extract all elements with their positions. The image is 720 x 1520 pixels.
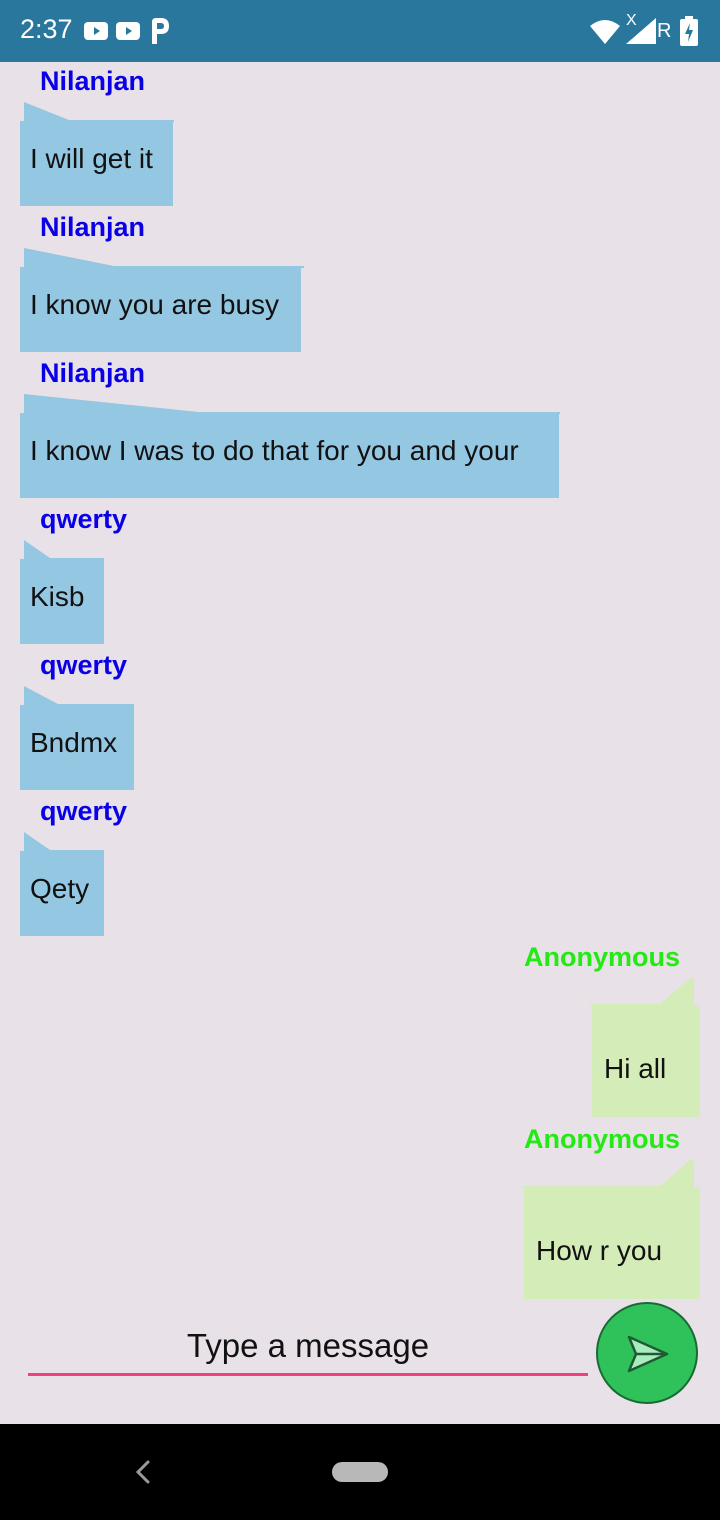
bubble-tail (24, 686, 134, 706)
parking-icon (152, 18, 169, 44)
home-pill-icon[interactable] (332, 1462, 388, 1482)
message-composer (0, 1302, 720, 1424)
message-sender: Nilanjan (40, 212, 146, 242)
message-bubble: I know I was to do that for you and your (20, 413, 559, 498)
bubble-tail (24, 832, 104, 852)
message-bubble: I know you are busy (20, 267, 301, 352)
status-time: 2:37 (20, 14, 73, 44)
message-sender: Nilanjan (40, 66, 146, 96)
signal-icon (626, 18, 656, 44)
message-text: Qety (30, 873, 90, 904)
back-icon[interactable] (134, 1460, 154, 1484)
message-text: I know you are busy (30, 289, 280, 320)
roaming-label: R (657, 20, 672, 42)
status-bar: 2:37 X R (0, 0, 720, 62)
wifi-icon (590, 20, 620, 44)
message-sender: Anonymous (523, 942, 680, 972)
message-text: Bndmx (30, 727, 118, 758)
message-sender: Nilanjan (40, 358, 146, 388)
youtube-icon (84, 22, 108, 40)
message-text: Kisb (30, 581, 85, 612)
chat-message-list[interactable]: Nilanjan I will get it Nilanjan I know y… (0, 62, 720, 1302)
message-sender: qwerty (40, 796, 128, 826)
message-sender: qwerty (40, 650, 128, 680)
message-bubble: How r you (524, 1187, 700, 1299)
bubble-tail (24, 248, 304, 268)
message-text: Hi all (604, 1053, 667, 1084)
message-bubble: I will get it (20, 121, 173, 206)
message-text: I know I was to do that for you and your (30, 435, 519, 466)
message-bubble: Bndmx (20, 705, 134, 790)
message-input[interactable] (28, 1318, 588, 1376)
message-text: I will get it (30, 143, 153, 174)
bubble-tail (24, 102, 174, 122)
message-bubble: Hi all (592, 1005, 700, 1117)
message-bubble: Qety (20, 851, 104, 936)
bubble-tail (522, 1160, 694, 1188)
message-sender: qwerty (40, 504, 128, 534)
bubble-tail (590, 978, 694, 1006)
send-button[interactable] (596, 1302, 698, 1404)
battery-charging-icon (680, 16, 698, 46)
message-text: How r you (536, 1235, 663, 1266)
navigation-bar (0, 1424, 720, 1520)
send-icon (627, 1335, 669, 1373)
youtube-icon (116, 22, 140, 40)
bubble-tail (24, 540, 104, 560)
message-sender: Anonymous (523, 1124, 680, 1154)
bubble-tail (24, 394, 560, 414)
message-bubble: Kisb (20, 559, 104, 644)
